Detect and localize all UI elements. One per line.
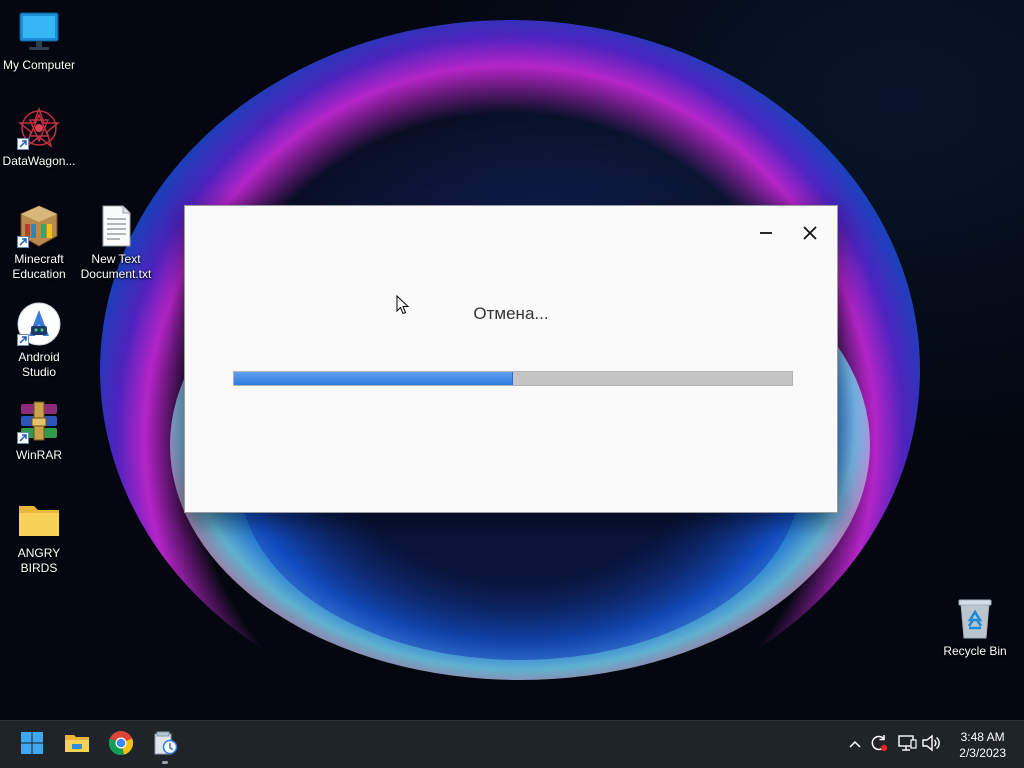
progress-bar-fill [234,372,513,385]
progress-dialog: Отмена... [184,205,838,513]
chevron-up-icon [848,736,862,754]
desktop-icon-label: Recycle Bin [943,644,1007,658]
start-button[interactable] [15,728,49,762]
network-icon [897,734,917,757]
recycle-bin-icon [953,596,997,640]
desktop-icon-new-text-document[interactable]: New Text Document.txt [78,204,154,282]
desktop-icon-my-computer[interactable]: My Computer [1,10,77,73]
progress-bar [233,371,793,386]
taskbar: 3:48 AM 2/3/2023 [0,720,1024,768]
installer-icon [152,730,178,761]
minecraft-education-icon [17,204,61,248]
taskbar-file-explorer[interactable] [60,728,94,762]
close-icon [803,225,817,245]
desktop-icon-android-studio[interactable]: Android Studio [1,302,77,380]
desktop-icon-label: My Computer [2,58,76,72]
volume-icon [921,734,941,757]
file-explorer-icon [64,732,90,759]
desktop-icon-label: ANGRY BIRDS [17,546,61,575]
folder-icon [17,498,61,542]
text-file-icon [94,204,138,248]
tray-overflow-button[interactable] [845,735,865,755]
datawagon-icon [17,106,61,150]
taskbar-clock[interactable]: 3:48 AM 2/3/2023 [959,729,1006,761]
android-studio-icon [17,302,61,346]
monitor-icon [17,10,61,54]
shortcut-arrow-icon [17,138,29,150]
taskbar-installer[interactable] [148,728,182,764]
tray-sync[interactable] [869,733,889,758]
chrome-icon [108,730,134,761]
taskbar-chrome[interactable] [104,728,138,762]
winrar-icon [17,400,61,444]
clock-time: 3:48 AM [960,730,1005,744]
sync-icon [869,733,889,758]
desktop-icon-label: WinRAR [15,448,62,462]
desktop-icon-recycle-bin[interactable]: Recycle Bin [937,596,1013,659]
desktop-icon-winrar[interactable]: WinRAR [1,400,77,463]
desktop-icon-label: Minecraft Education [12,252,66,281]
minimize-button[interactable] [746,220,786,250]
desktop-icon-label: New Text Document.txt [80,252,152,281]
tray-network[interactable] [897,734,917,757]
desktop-icon-angry-birds-folder[interactable]: ANGRY BIRDS [1,498,77,576]
dialog-status-text: Отмена... [473,304,549,323]
minimize-icon [759,226,773,245]
desktop-icon-datawagon[interactable]: DataWagon... [1,106,77,169]
desktop-icon-label: Android Studio [18,350,60,379]
active-app-indicator [162,761,168,764]
tray-volume[interactable] [921,734,941,757]
shortcut-arrow-icon [17,334,29,346]
desktop-icon-label: DataWagon... [2,154,76,168]
shortcut-arrow-icon [17,432,29,444]
windows-start-icon [20,731,44,760]
shortcut-arrow-icon [17,236,29,248]
clock-date: 2/3/2023 [959,746,1006,760]
desktop-icon-minecraft-education[interactable]: Minecraft Education [1,204,77,282]
close-button[interactable] [790,220,830,250]
mouse-cursor [396,294,410,320]
